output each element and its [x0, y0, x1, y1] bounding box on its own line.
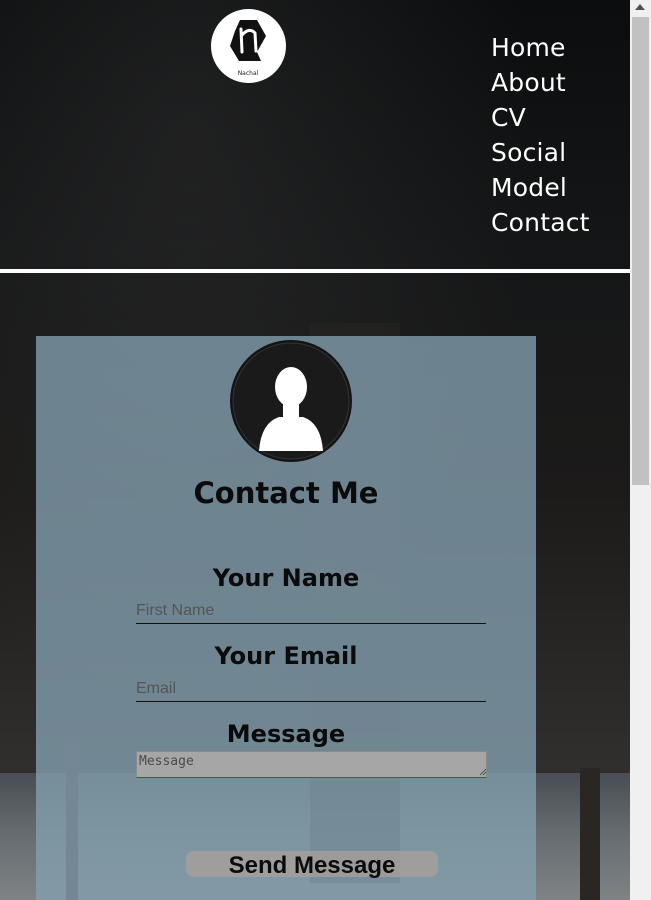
- logo[interactable]: Nachal: [211, 9, 286, 83]
- main-nav: Home About CV Social Model Contact: [491, 30, 590, 240]
- resize-grip-icon[interactable]: [479, 768, 487, 776]
- site-header: Nachal Home About CV Social Model Contac…: [0, 0, 630, 269]
- background-fence-post: [580, 768, 600, 900]
- email-input[interactable]: [136, 677, 486, 702]
- form-title: Contact Me: [193, 476, 379, 510]
- nav-home[interactable]: Home: [491, 30, 590, 65]
- scrollbar-thumb[interactable]: [632, 17, 649, 485]
- contact-card: Contact Me Your Name Your Email Message …: [36, 336, 536, 900]
- page-viewport: Nachal Home About CV Social Model Contac…: [0, 0, 630, 900]
- message-textarea[interactable]: [136, 751, 487, 778]
- nav-contact[interactable]: Contact: [491, 205, 590, 240]
- nav-about[interactable]: About: [491, 65, 590, 100]
- name-label: Your Name: [212, 564, 360, 592]
- avatar-icon: [230, 340, 352, 462]
- scroll-up-arrow-icon[interactable]: [635, 4, 645, 10]
- logo-caption: Nachal: [238, 70, 259, 77]
- email-label: Your Email: [214, 642, 358, 670]
- vertical-scrollbar[interactable]: [630, 0, 651, 900]
- nav-social[interactable]: Social: [491, 135, 590, 170]
- nav-cv[interactable]: CV: [491, 100, 590, 135]
- header-divider: [0, 269, 630, 273]
- send-message-button[interactable]: Send Message: [186, 851, 438, 879]
- message-label: Message: [226, 720, 346, 748]
- nav-model[interactable]: Model: [491, 170, 590, 205]
- logo-hexagon-icon: Nachal: [230, 20, 266, 77]
- first-name-input[interactable]: [136, 599, 486, 624]
